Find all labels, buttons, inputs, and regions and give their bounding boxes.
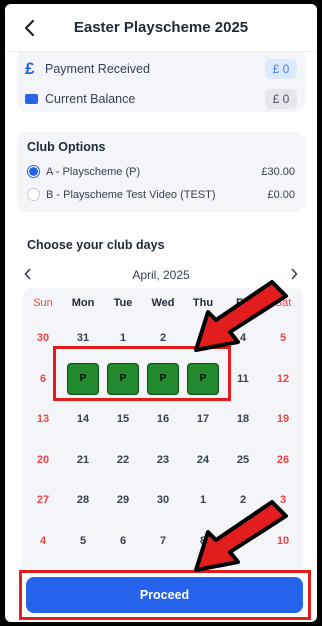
- calendar-day[interactable]: 6: [103, 535, 143, 547]
- choose-days-title: Choose your club days: [27, 238, 165, 252]
- calendar-day[interactable]: 7: [143, 535, 183, 547]
- calendar-day[interactable]: 4: [23, 535, 63, 547]
- club-option-b[interactable]: B - Playscheme Test Video (TEST) £0.00: [27, 183, 295, 206]
- current-balance-label: Current Balance: [45, 92, 136, 106]
- calendar-day[interactable]: 14: [63, 413, 103, 425]
- calendar-day[interactable]: 31: [63, 332, 103, 344]
- calendar-day[interactable]: 30: [143, 494, 183, 506]
- app-header: Easter Playscheme 2025: [5, 4, 317, 52]
- weekday-wed: Wed: [151, 297, 175, 309]
- radio-selected-icon[interactable]: [27, 165, 40, 178]
- proceed-button[interactable]: Proceed: [26, 577, 303, 613]
- wallet-icon: [25, 89, 45, 109]
- chevron-left-icon: [24, 19, 35, 37]
- payment-received-row: £ Payment Received £ 0: [25, 54, 297, 84]
- calendar-week: 20 21 22 23 24 25 26: [23, 440, 303, 481]
- prev-month-button[interactable]: [17, 267, 39, 283]
- calendar-day[interactable]: 18: [223, 413, 263, 425]
- calendar-day[interactable]: 13: [23, 413, 63, 425]
- current-balance-row: Current Balance £ 0: [25, 84, 297, 114]
- chevron-right-icon: [291, 268, 298, 280]
- calendar-day[interactable]: 16: [143, 413, 183, 425]
- club-options-title: Club Options: [27, 140, 106, 154]
- pointer-arrow-icon: [194, 500, 288, 572]
- page-title: Easter Playscheme 2025: [73, 19, 249, 36]
- calendar-day[interactable]: 27: [23, 494, 63, 506]
- proceed-highlight: Proceed: [19, 570, 311, 620]
- calendar-day[interactable]: 22: [103, 454, 143, 466]
- pound-icon: £: [25, 59, 35, 78]
- weekday-mon: Mon: [71, 297, 95, 309]
- calendar-day[interactable]: 12: [263, 373, 303, 385]
- club-option-a-label: A - Playscheme (P): [46, 165, 141, 178]
- calendar-day[interactable]: 19: [263, 413, 303, 425]
- weekday-sun: Sun: [33, 297, 53, 309]
- club-option-a[interactable]: A - Playscheme (P) £30.00: [27, 160, 295, 183]
- chevron-left-icon: [24, 268, 31, 280]
- calendar-day[interactable]: 20: [23, 454, 63, 466]
- calendar-day[interactable]: 2: [143, 332, 183, 344]
- calendar-day[interactable]: 17: [183, 413, 223, 425]
- calendar-day[interactable]: 29: [103, 494, 143, 506]
- club-options-card: Club Options A - Playscheme (P) £30.00 B…: [17, 132, 305, 212]
- calendar-day[interactable]: 28: [63, 494, 103, 506]
- payment-received-label: Payment Received: [45, 62, 150, 76]
- calendar-day[interactable]: 25: [223, 454, 263, 466]
- weekday-tue: Tue: [113, 297, 133, 309]
- current-balance-value: £ 0: [265, 89, 297, 109]
- calendar-day[interactable]: 23: [143, 454, 183, 466]
- calendar-day[interactable]: 26: [263, 454, 303, 466]
- club-option-b-label: B - Playscheme Test Video (TEST): [46, 188, 216, 201]
- calendar-day[interactable]: 30: [23, 332, 63, 344]
- calendar-day[interactable]: 21: [63, 454, 103, 466]
- radio-unselected-icon[interactable]: [27, 188, 40, 201]
- calendar-week: 13 14 15 16 17 18 19: [23, 399, 303, 440]
- calendar-day[interactable]: 15: [103, 413, 143, 425]
- month-label: April, 2025: [132, 268, 190, 282]
- back-button[interactable]: [17, 16, 41, 40]
- calendar-day[interactable]: 24: [183, 454, 223, 466]
- club-option-a-price: £30.00: [261, 165, 295, 178]
- calendar-day[interactable]: 5: [63, 535, 103, 547]
- pointer-arrow-icon: [194, 280, 288, 352]
- payment-summary-card: £ Payment Received £ 0 Current Balance £…: [17, 48, 305, 112]
- selected-days-highlight: [53, 346, 231, 401]
- calendar-day[interactable]: 1: [103, 332, 143, 344]
- payment-received-value: £ 0: [265, 59, 297, 79]
- club-option-b-price: £0.00: [267, 188, 295, 201]
